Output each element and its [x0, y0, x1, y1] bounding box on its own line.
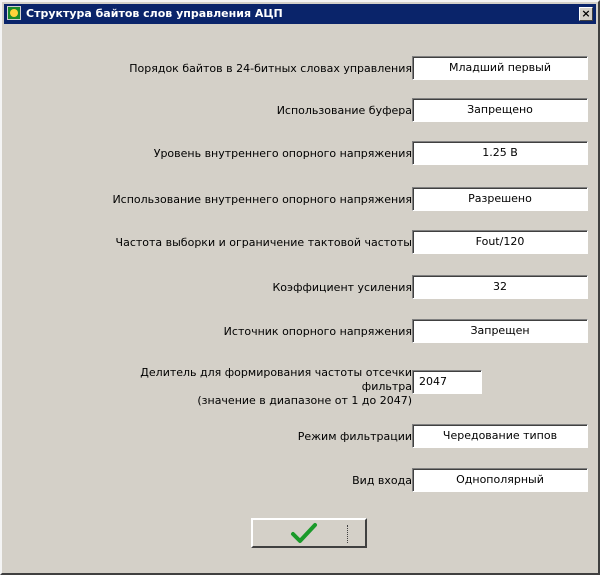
window-title: Структура байтов слов управления АЦП — [26, 7, 283, 20]
internal-ref-usage-field[interactable]: Разрешено — [412, 187, 588, 211]
input-source-label: Источник опорного напряжения — [223, 325, 412, 338]
input-source-field[interactable]: Запрещен — [412, 319, 588, 343]
buffer-usage-label: Использование буфера — [276, 104, 412, 117]
decimation-label-line1: Делитель для формирования частоты отсечк… — [140, 366, 412, 393]
sample-frequency-field[interactable]: Fout/120 — [412, 230, 588, 254]
byte-order-field[interactable]: Младший первый — [412, 56, 588, 80]
title-bar[interactable]: Структура байтов слов управления АЦП × — [4, 4, 596, 24]
ok-button[interactable] — [251, 518, 367, 548]
gain-field[interactable]: 32 — [412, 275, 588, 299]
gain-label: Коэффициент усиления — [272, 281, 413, 294]
close-button[interactable]: × — [579, 7, 593, 21]
buffer-usage-field[interactable]: Запрещено — [412, 98, 588, 122]
ref-voltage-level-field[interactable]: 1.25 В — [412, 141, 588, 165]
button-separator — [347, 525, 348, 543]
filter-mode-label: Режим фильтрации — [297, 430, 412, 443]
decimation-label-line2: (значение в диапазоне от 1 до 2047) — [197, 394, 412, 407]
input-type-field[interactable]: Однополярный — [412, 468, 588, 492]
input-type-label: Вид входа — [352, 474, 412, 487]
decimation-label: Делитель для формирования частоты отсечк… — [112, 366, 412, 408]
byte-order-label: Порядок байтов в 24-битных словах управл… — [129, 62, 412, 75]
filter-mode-field[interactable]: Чередование типов — [412, 424, 588, 448]
checkmark-icon — [291, 523, 317, 543]
internal-ref-usage-label: Использование внутреннего опорного напря… — [112, 193, 412, 206]
decimation-field[interactable]: 2047 — [412, 370, 482, 394]
sample-frequency-label: Частота выборки и ограничение тактовой ч… — [115, 236, 412, 249]
app-icon — [7, 6, 21, 20]
ref-voltage-level-label: Уровень внутреннего опорного напряжения — [153, 147, 412, 160]
